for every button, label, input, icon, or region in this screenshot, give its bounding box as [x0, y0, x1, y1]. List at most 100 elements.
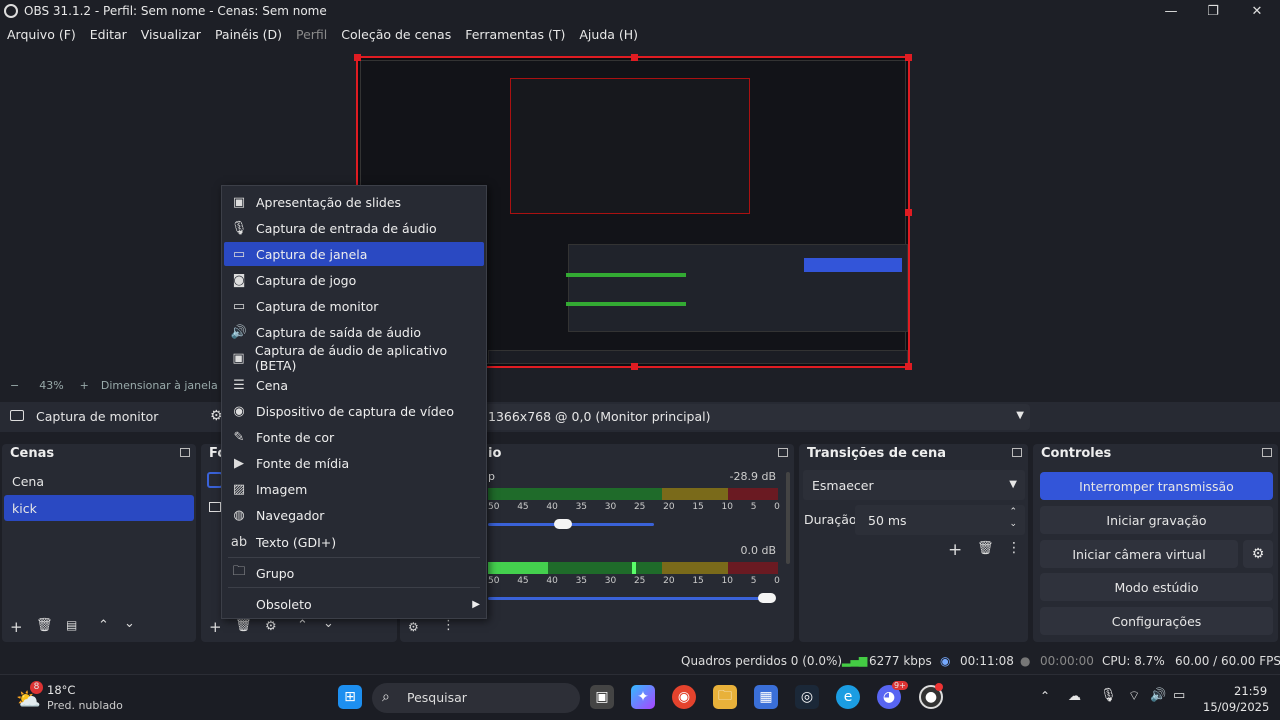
menu-item-video-capture[interactable]: ◉ Dispositivo de captura de vídeo: [224, 399, 484, 423]
menu-item-app-audio[interactable]: ▣ Captura de áudio de aplicativo (BETA): [224, 343, 484, 373]
selected-source-name: Captura de monitor: [36, 409, 159, 424]
filter-icon[interactable]: ▤: [66, 618, 77, 632]
menu-arquivo[interactable]: Arquivo (F): [0, 27, 83, 42]
menu-item-image[interactable]: ▨ Imagem: [224, 477, 484, 501]
copilot-icon[interactable]: ✦: [631, 685, 655, 709]
menu-item-monitor-capture[interactable]: ▭ Captura de monitor: [224, 294, 484, 318]
gear-icon[interactable]: ⚙: [265, 619, 277, 634]
start-virtual-camera-button[interactable]: Iniciar câmera virtual: [1040, 540, 1238, 568]
zoom-out-button[interactable]: −: [10, 379, 19, 392]
menu-item-browser[interactable]: ◍ Navegador: [224, 503, 484, 527]
resize-handle[interactable]: [354, 54, 361, 61]
speaker-icon[interactable]: 🔊: [1150, 688, 1166, 703]
maximize-button[interactable]: ❐: [1192, 0, 1234, 22]
store-icon[interactable]: ▦: [754, 685, 778, 709]
virtual-camera-settings-gear-icon[interactable]: ⚙: [1243, 540, 1273, 568]
resize-handle[interactable]: [905, 54, 912, 61]
task-view-icon[interactable]: ▣: [590, 685, 614, 709]
menu-item-slideshow[interactable]: ▣ Apresentação de slides: [224, 190, 484, 214]
menu-item-audio-input[interactable]: 🎙 Captura de entrada de áudio: [224, 216, 484, 240]
duration-spinbox[interactable]: 50 ms ⌃ ⌄: [855, 505, 1025, 535]
studio-mode-button[interactable]: Modo estúdio: [1040, 573, 1273, 601]
menu-item-scene[interactable]: ☰ Cena: [224, 373, 484, 397]
chrome-icon[interactable]: ◉: [672, 685, 696, 709]
trash-icon[interactable]: 🗑: [235, 618, 252, 633]
chevron-down-icon[interactable]: ⌄: [1009, 519, 1017, 529]
windows-start-icon[interactable]: ⊞: [338, 685, 362, 709]
zoom-in-button[interactable]: +: [80, 379, 89, 392]
menu-item-game-capture[interactable]: ◙ Captura de jogo: [224, 268, 484, 292]
resize-handle[interactable]: [631, 54, 638, 61]
scale-tick: 35: [575, 576, 588, 586]
popout-icon[interactable]: [1012, 448, 1022, 457]
menu-item-audio-output[interactable]: 🔊 Captura de saída de áudio: [224, 320, 484, 344]
edge-icon[interactable]: e: [836, 685, 860, 709]
fit-to-window-label[interactable]: Dimensionar à janela: [101, 379, 218, 392]
steam-icon[interactable]: ◎: [795, 685, 819, 709]
menu-item-label: Dispositivo de captura de vídeo: [256, 403, 454, 419]
add-icon[interactable]: +: [209, 618, 222, 636]
chevron-up-icon[interactable]: ⌃: [297, 618, 308, 633]
add-icon[interactable]: +: [948, 540, 962, 560]
advanced-audio-icon[interactable]: ⚙: [408, 620, 419, 634]
clock-date[interactable]: 15/09/2025: [1203, 700, 1269, 714]
record-status-icon: ●: [1020, 654, 1031, 668]
chevron-down-icon[interactable]: ⌄: [124, 616, 135, 631]
menu-paineis[interactable]: Painéis (D): [208, 27, 289, 42]
volume-slider-knob[interactable]: [554, 519, 572, 529]
menu-item-label: Obsoleto: [256, 596, 312, 612]
menu-item-label: Navegador: [256, 507, 325, 523]
menu-colecao-cenas[interactable]: Coleção de cenas: [334, 27, 458, 42]
settings-button[interactable]: Configurações: [1040, 607, 1273, 635]
start-recording-button[interactable]: Iniciar gravação: [1040, 506, 1273, 534]
monitor-icon: [10, 410, 24, 421]
scene-item[interactable]: Cena: [4, 468, 194, 494]
monitor-select[interactable]: 1366x768 @ 0,0 (Monitor principal) ▼: [480, 404, 1030, 430]
file-explorer-icon[interactable]: 🗀: [713, 685, 737, 709]
popout-icon[interactable]: [180, 448, 190, 457]
track-db: 0.0 dB: [740, 544, 776, 557]
transition-select[interactable]: Esmaecer ▼: [803, 470, 1025, 500]
menu-editar[interactable]: Editar: [83, 27, 134, 42]
chevron-up-icon[interactable]: ⌃: [1040, 689, 1050, 703]
menu-item-deprecated[interactable]: Obsoleto ▶: [224, 592, 484, 616]
menu-item-text[interactable]: ab Texto (GDI+): [224, 530, 484, 554]
resize-handle[interactable]: [631, 363, 638, 370]
close-button[interactable]: ✕: [1236, 0, 1278, 22]
trash-icon[interactable]: 🗑: [36, 618, 53, 633]
chevron-up-icon[interactable]: ⌃: [1009, 507, 1017, 517]
popout-icon[interactable]: [1262, 448, 1272, 457]
add-icon[interactable]: +: [10, 618, 23, 636]
trash-icon[interactable]: 🗑: [977, 541, 994, 556]
stop-streaming-button[interactable]: Interromper transmissão: [1040, 472, 1273, 500]
clock-time[interactable]: 21:59: [1234, 684, 1267, 698]
more-options-icon[interactable]: ⋮: [1007, 540, 1021, 556]
menu-visualizar[interactable]: Visualizar: [134, 27, 208, 42]
source-item-icon[interactable]: [209, 502, 221, 512]
more-options-icon[interactable]: ⋮: [442, 618, 455, 633]
resize-handle[interactable]: [905, 363, 912, 370]
resize-handle[interactable]: [905, 209, 912, 216]
menu-item-group[interactable]: 🗀 Grupo: [224, 561, 484, 585]
battery-icon[interactable]: ▭: [1173, 688, 1185, 703]
search-placeholder: Pesquisar: [407, 690, 467, 705]
scene-item-selected[interactable]: kick: [4, 495, 194, 521]
mixer-scrollbar[interactable]: [786, 472, 790, 564]
chevron-up-icon[interactable]: ⌃: [98, 618, 109, 633]
menu-perfil[interactable]: Perfil: [289, 27, 334, 42]
onedrive-icon[interactable]: ☁: [1068, 689, 1081, 704]
minimize-button[interactable]: —: [1150, 0, 1192, 22]
microphone-icon[interactable]: 🎙: [1100, 688, 1117, 703]
wifi-icon[interactable]: ⌔: [1128, 688, 1140, 704]
menu-item-media-source[interactable]: ▶ Fonte de mídia: [224, 451, 484, 475]
menu-item-color-source[interactable]: ✎ Fonte de cor: [224, 425, 484, 449]
popout-icon[interactable]: [778, 448, 788, 457]
brush-icon: ✎: [233, 429, 245, 445]
globe-icon: ◍: [233, 507, 245, 523]
taskbar-search[interactable]: ⌕ Pesquisar: [372, 683, 580, 713]
menu-ajuda[interactable]: Ajuda (H): [572, 27, 645, 42]
nested-preview-meter: [566, 273, 686, 277]
menu-item-window-capture[interactable]: ▭ Captura de janela: [224, 242, 484, 266]
volume-slider-knob[interactable]: [758, 593, 776, 603]
menu-ferramentas[interactable]: Ferramentas (T): [458, 27, 572, 42]
